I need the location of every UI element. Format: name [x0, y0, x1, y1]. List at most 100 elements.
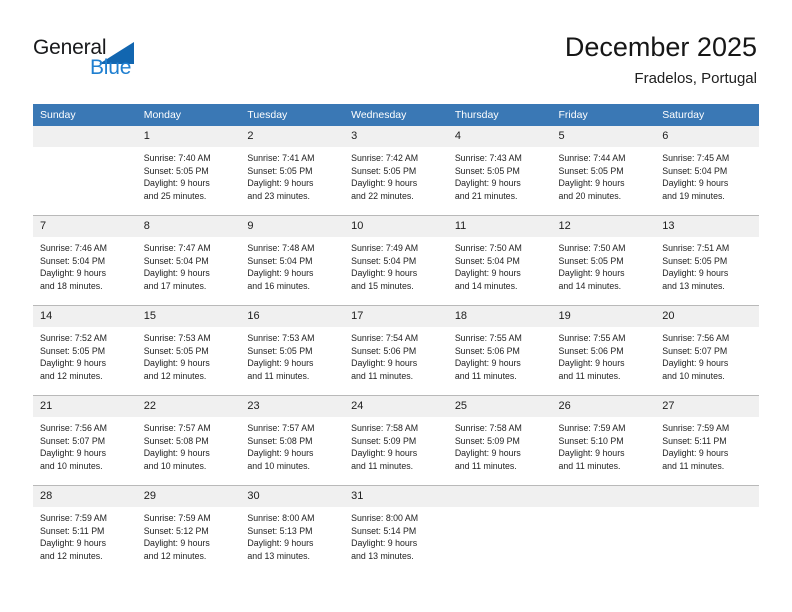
day-cell[interactable]: 26 Sunrise: 7:59 AM Sunset: 5:10 PM Dayligh… — [551, 396, 656, 485]
daylight-text: Daylight: 9 hours — [454, 178, 521, 189]
day-number: 17 — [344, 306, 448, 327]
day-sun-info: Sunrise: 7:54 AM Sunset: 5:06 PM Daylight:… — [344, 327, 448, 382]
day-number: 8 — [136, 216, 241, 237]
day-cell[interactable]: 13 Sunrise: 7:51 AM Sunset: 5:05 PM Dayligh… — [655, 216, 759, 305]
day-cell[interactable]: 21 Sunrise: 7:56 AM Sunset: 5:07 PM Dayligh… — [33, 396, 137, 485]
calendar-cell: 27 Sunrise: 7:59 AM Sunset: 5:11 PM Dayligh… — [655, 395, 759, 486]
weekday-header-wednesday: Wednesday — [344, 104, 448, 126]
daylight-text: Daylight: 9 hours — [558, 178, 625, 189]
calendar-cell: 11 Sunrise: 7:50 AM Sunset: 5:04 PM Dayligh… — [447, 215, 552, 306]
calendar-week-row: 28 Sunrise: 7:59 AM Sunset: 5:11 PM Dayligh… — [33, 485, 759, 575]
sunset-text: Sunset: 5:06 PM — [351, 345, 417, 356]
location-subtitle: Fradelos, Portugal — [634, 70, 757, 87]
day-cell[interactable]: 16 Sunrise: 7:53 AM Sunset: 5:05 PM Dayligh… — [240, 306, 345, 395]
day-cell[interactable]: 17 Sunrise: 7:54 AM Sunset: 5:06 PM Dayligh… — [344, 306, 448, 395]
calendar-cell: 5 Sunrise: 7:44 AM Sunset: 5:05 PM Daylight… — [551, 126, 656, 216]
generalblue-logo[interactable]: General Blue — [33, 36, 163, 88]
day-cell[interactable]: 2 Sunrise: 7:41 AM Sunset: 5:05 PM Daylight… — [240, 126, 345, 215]
day-cell[interactable]: 23 Sunrise: 7:57 AM Sunset: 5:08 PM Dayligh… — [240, 396, 345, 485]
day-cell[interactable]: 3 Sunrise: 7:42 AM Sunset: 5:05 PM Daylight… — [344, 126, 448, 215]
day-number: 4 — [447, 126, 552, 147]
day-cell[interactable]: 9 Sunrise: 7:48 AM Sunset: 5:04 PM Daylight… — [240, 216, 345, 305]
day-cell[interactable]: 28 Sunrise: 7:59 AM Sunset: 5:11 PM Dayligh… — [33, 486, 137, 575]
calendar-cell: 18 Sunrise: 7:55 AM Sunset: 5:06 PM Dayligh… — [447, 305, 552, 396]
calendar-cell: 14 Sunrise: 7:52 AM Sunset: 5:05 PM Dayligh… — [33, 305, 137, 396]
day-number: 21 — [33, 396, 137, 417]
sunset-text: Sunset: 5:08 PM — [247, 435, 313, 446]
day-sun-info: Sunrise: 7:59 AM Sunset: 5:12 PM Daylight:… — [137, 507, 241, 562]
day-cell[interactable]: 1 Sunrise: 7:40 AM Sunset: 5:05 PM Daylight… — [136, 126, 241, 215]
day-sun-info: Sunrise: 7:42 AM Sunset: 5:05 PM Daylight:… — [344, 147, 448, 202]
daylight-text-cont: and 10 minutes. — [40, 460, 103, 471]
day-cell[interactable]: 8 Sunrise: 7:47 AM Sunset: 5:04 PM Daylight… — [136, 216, 241, 305]
calendar-week-row: 14 Sunrise: 7:52 AM Sunset: 5:05 PM Dayligh… — [33, 305, 759, 396]
day-number: 24 — [344, 396, 448, 417]
day-cell[interactable]: 5 Sunrise: 7:44 AM Sunset: 5:05 PM Daylight… — [551, 126, 656, 215]
calendar-cell: 17 Sunrise: 7:54 AM Sunset: 5:06 PM Dayligh… — [344, 305, 448, 396]
sunset-text: Sunset: 5:05 PM — [143, 345, 209, 356]
day-number: 20 — [655, 306, 759, 327]
page-header: General Blue December 2025 Fradelos, Por… — [0, 0, 792, 104]
day-number: 11 — [447, 216, 552, 237]
daylight-text-cont: and 10 minutes. — [662, 370, 725, 381]
sunset-text: Sunset: 5:04 PM — [40, 255, 106, 266]
calendar-cell: 15 Sunrise: 7:53 AM Sunset: 5:05 PM Dayligh… — [136, 305, 241, 396]
day-cell[interactable]: 19 Sunrise: 7:55 AM Sunset: 5:06 PM Dayligh… — [551, 306, 656, 395]
day-number: 28 — [33, 486, 137, 507]
day-cell[interactable]: 20 Sunrise: 7:56 AM Sunset: 5:07 PM Dayligh… — [655, 306, 759, 395]
day-sun-info: Sunrise: 7:50 AM Sunset: 5:05 PM Daylight:… — [552, 237, 656, 292]
day-cell[interactable]: 29 Sunrise: 7:59 AM Sunset: 5:12 PM Dayligh… — [136, 486, 241, 575]
title-block: December 2025 Fradelos, Portugal — [565, 30, 757, 90]
day-cell[interactable]: 24 Sunrise: 7:58 AM Sunset: 5:09 PM Dayligh… — [344, 396, 448, 485]
daylight-text: Daylight: 9 hours — [143, 448, 210, 459]
daylight-text: Daylight: 9 hours — [558, 448, 625, 459]
day-cell[interactable]: 25 Sunrise: 7:58 AM Sunset: 5:09 PM Dayligh… — [447, 396, 552, 485]
day-sun-info: Sunrise: 7:59 AM Sunset: 5:10 PM Daylight:… — [552, 417, 656, 472]
sunrise-text: Sunrise: 7:58 AM — [351, 423, 419, 433]
sunrise-text: Sunrise: 7:42 AM — [351, 153, 419, 163]
calendar-cell: 13 Sunrise: 7:51 AM Sunset: 5:05 PM Dayligh… — [655, 215, 759, 306]
day-cell[interactable]: 12 Sunrise: 7:50 AM Sunset: 5:05 PM Dayligh… — [551, 216, 656, 305]
calendar-week-row: 1 Sunrise: 7:40 AM Sunset: 5:05 PM Daylight… — [33, 126, 759, 216]
daylight-text-cont: and 15 minutes. — [351, 280, 414, 291]
day-cell[interactable]: 30 Sunrise: 8:00 AM Sunset: 5:13 PM Dayligh… — [240, 486, 345, 575]
day-number — [33, 126, 137, 147]
day-cell[interactable]: 15 Sunrise: 7:53 AM Sunset: 5:05 PM Dayligh… — [136, 306, 241, 395]
calendar-table: Sunday Monday Tuesday Wednesday Thursday… — [33, 104, 759, 575]
day-sun-info: Sunrise: 7:53 AM Sunset: 5:05 PM Daylight:… — [240, 327, 344, 382]
day-cell[interactable]: 31 Sunrise: 8:00 AM Sunset: 5:14 PM Dayligh… — [344, 486, 448, 575]
sunset-text: Sunset: 5:05 PM — [558, 165, 624, 176]
calendar-cell: 25 Sunrise: 7:58 AM Sunset: 5:09 PM Dayligh… — [447, 395, 552, 486]
daylight-text: Daylight: 9 hours — [454, 448, 521, 459]
day-cell[interactable]: 18 Sunrise: 7:55 AM Sunset: 5:06 PM Dayligh… — [447, 306, 552, 395]
sunset-text: Sunset: 5:05 PM — [351, 165, 417, 176]
calendar-cell: 6 Sunrise: 7:45 AM Sunset: 5:04 PM Daylight… — [655, 126, 759, 216]
daylight-text: Daylight: 9 hours — [143, 268, 210, 279]
day-cell[interactable]: 22 Sunrise: 7:57 AM Sunset: 5:08 PM Dayligh… — [136, 396, 241, 485]
sunset-text: Sunset: 5:04 PM — [454, 255, 520, 266]
day-cell[interactable]: 7 Sunrise: 7:46 AM Sunset: 5:04 PM Daylight… — [33, 216, 137, 305]
day-number: 1 — [136, 126, 241, 147]
calendar-cell: 23 Sunrise: 7:57 AM Sunset: 5:08 PM Dayligh… — [240, 395, 345, 486]
daylight-text: Daylight: 9 hours — [351, 268, 418, 279]
sunrise-text: Sunrise: 7:56 AM — [40, 423, 107, 433]
day-cell[interactable]: 4 Sunrise: 7:43 AM Sunset: 5:05 PM Daylight… — [447, 126, 552, 215]
day-cell[interactable]: 27 Sunrise: 7:59 AM Sunset: 5:11 PM Dayligh… — [655, 396, 759, 485]
day-cell[interactable]: 11 Sunrise: 7:50 AM Sunset: 5:04 PM Dayligh… — [447, 216, 552, 305]
day-cell[interactable]: 6 Sunrise: 7:45 AM Sunset: 5:04 PM Daylight… — [655, 126, 759, 215]
daylight-text-cont: and 11 minutes. — [351, 460, 414, 471]
day-number: 12 — [551, 216, 656, 237]
daylight-text-cont: and 13 minutes. — [247, 550, 311, 561]
day-number: 10 — [344, 216, 448, 237]
sunrise-text: Sunrise: 8:00 AM — [247, 513, 315, 523]
calendar-cell: 3 Sunrise: 7:42 AM Sunset: 5:05 PM Daylight… — [344, 126, 448, 216]
day-cell-empty — [33, 126, 137, 215]
day-cell[interactable]: 14 Sunrise: 7:52 AM Sunset: 5:05 PM Dayligh… — [33, 306, 137, 395]
day-number: 22 — [136, 396, 241, 417]
day-sun-info: Sunrise: 7:55 AM Sunset: 5:06 PM Daylight:… — [552, 327, 656, 382]
day-cell[interactable]: 10 Sunrise: 7:49 AM Sunset: 5:04 PM Dayligh… — [344, 216, 448, 305]
calendar-cell: 16 Sunrise: 7:53 AM Sunset: 5:05 PM Dayligh… — [240, 305, 345, 396]
calendar-cell: 31 Sunrise: 8:00 AM Sunset: 5:14 PM Dayligh… — [344, 485, 448, 575]
day-sun-info: Sunrise: 7:43 AM Sunset: 5:05 PM Daylight:… — [448, 147, 552, 202]
day-number: 26 — [551, 396, 656, 417]
